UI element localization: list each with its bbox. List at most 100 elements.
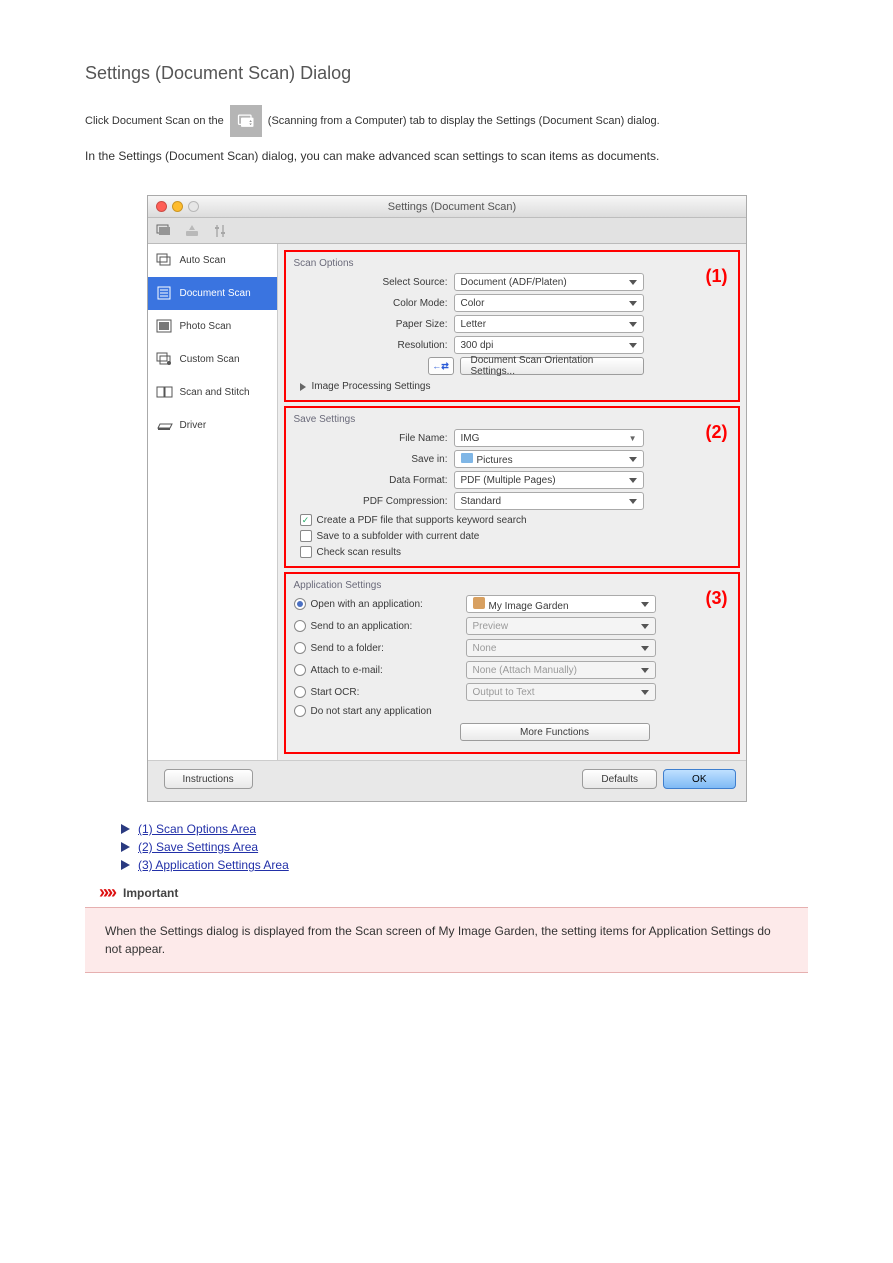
- save-settings-title: Save Settings: [294, 414, 730, 425]
- chevron-down-icon: [629, 322, 637, 327]
- intro-line-2: In the Settings (Document Scan) dialog, …: [85, 147, 808, 165]
- save-in-label: Save in:: [294, 454, 454, 465]
- chevron-down-icon: [641, 624, 649, 629]
- data-format-dropdown[interactable]: PDF (Multiple Pages): [454, 471, 644, 489]
- file-name-label: File Name:: [294, 433, 454, 444]
- send-to-app-label: Send to an application:: [311, 621, 466, 632]
- arrow-right-icon: [121, 860, 130, 870]
- save-in-dropdown[interactable]: Pictures: [454, 450, 644, 468]
- chevron-down-icon: [629, 499, 637, 504]
- close-icon[interactable]: [156, 201, 167, 212]
- photo-scan-icon: [156, 319, 174, 333]
- important-box: When the Settings dialog is displayed fr…: [85, 907, 808, 973]
- toc-link-save-settings[interactable]: (2) Save Settings Area: [138, 840, 258, 854]
- intro-line-1: Click Document Scan on the (Scanning fro…: [85, 105, 808, 137]
- keyword-search-checkbox[interactable]: ✓: [300, 514, 312, 526]
- sidebar-item-photo-scan[interactable]: Photo Scan: [148, 310, 277, 343]
- swap-orientation-button[interactable]: ←⇄: [428, 357, 454, 375]
- file-name-input[interactable]: IMG▼: [454, 429, 644, 447]
- driver-icon: [156, 418, 174, 432]
- sidebar: Auto Scan Document Scan Photo Scan Custo…: [148, 244, 278, 760]
- check-results-label: Check scan results: [317, 547, 401, 558]
- disclosure-triangle-icon: [300, 383, 306, 391]
- open-with-app-radio[interactable]: [294, 598, 306, 610]
- annotation-2: (2): [706, 422, 728, 443]
- image-processing-settings-label: Image Processing Settings: [312, 381, 431, 392]
- resolution-dropdown[interactable]: 300 dpi: [454, 336, 644, 354]
- pdf-compression-label: PDF Compression:: [294, 496, 454, 507]
- start-ocr-label: Start OCR:: [311, 687, 466, 698]
- send-to-folder-label: Send to a folder:: [311, 643, 466, 654]
- settings-dialog: Settings (Document Scan) Auto Scan Docum…: [147, 195, 747, 802]
- image-processing-settings-disclosure[interactable]: Image Processing Settings: [300, 381, 730, 392]
- instructions-button[interactable]: Instructions: [164, 769, 253, 789]
- send-to-app-dropdown: Preview: [466, 617, 656, 635]
- save-settings-section: Save Settings (2) File Name:IMG▼ Save in…: [284, 406, 740, 568]
- main-panel: Scan Options (1) Select Source:Document …: [278, 244, 746, 760]
- document-scan-icon: [156, 286, 174, 300]
- paper-size-dropdown[interactable]: Letter: [454, 315, 644, 333]
- app-icon: [473, 597, 485, 609]
- open-with-app-dropdown[interactable]: My Image Garden: [466, 595, 656, 613]
- chevron-down-icon: [641, 690, 649, 695]
- defaults-button[interactable]: Defaults: [582, 769, 657, 789]
- important-icon: »»»: [99, 882, 111, 903]
- chevron-down-icon: [629, 343, 637, 348]
- no-app-label: Do not start any application: [311, 706, 466, 717]
- open-with-app-label: Open with an application:: [311, 599, 466, 610]
- start-ocr-radio[interactable]: [294, 686, 306, 698]
- send-to-folder-radio[interactable]: [294, 642, 306, 654]
- window-title: Settings (Document Scan): [199, 201, 746, 213]
- ok-button[interactable]: OK: [663, 769, 735, 789]
- sidebar-item-scan-and-stitch[interactable]: Scan and Stitch: [148, 376, 277, 409]
- no-app-radio[interactable]: [294, 705, 306, 717]
- auto-scan-icon: [156, 253, 174, 267]
- check-results-checkbox[interactable]: [300, 546, 312, 558]
- toc-link-application-settings[interactable]: (3) Application Settings Area: [138, 858, 289, 872]
- minimize-icon[interactable]: [172, 201, 183, 212]
- annotation-3: (3): [706, 588, 728, 609]
- keyword-search-label: Create a PDF file that supports keyword …: [317, 515, 527, 526]
- important-heading: »»» Important: [99, 882, 808, 903]
- more-functions-button[interactable]: More Functions: [460, 723, 650, 741]
- attach-email-radio[interactable]: [294, 664, 306, 676]
- select-source-dropdown[interactable]: Document (ADF/Platen): [454, 273, 644, 291]
- color-mode-label: Color Mode:: [294, 298, 454, 309]
- attach-email-dropdown: None (Attach Manually): [466, 661, 656, 679]
- scan-options-section: Scan Options (1) Select Source:Document …: [284, 250, 740, 402]
- application-settings-section: Application Settings (3) Open with an ap…: [284, 572, 740, 754]
- color-mode-dropdown[interactable]: Color: [454, 294, 644, 312]
- folder-icon: [461, 453, 473, 463]
- chevron-down-icon: [641, 646, 649, 651]
- scan-from-computer-icon[interactable]: [156, 224, 172, 238]
- sidebar-item-custom-scan[interactable]: Custom Scan: [148, 343, 277, 376]
- subfolder-checkbox[interactable]: [300, 530, 312, 542]
- paper-size-label: Paper Size:: [294, 319, 454, 330]
- sidebar-item-document-scan[interactable]: Document Scan: [148, 277, 277, 310]
- chevron-down-icon: [641, 668, 649, 673]
- scan-from-computer-tab-icon: [230, 105, 262, 137]
- chevron-down-icon: [629, 301, 637, 306]
- arrow-right-icon: [121, 824, 130, 834]
- general-settings-icon[interactable]: [212, 224, 228, 238]
- resolution-label: Resolution:: [294, 340, 454, 351]
- start-ocr-dropdown: Output to Text: [466, 683, 656, 701]
- titlebar: Settings (Document Scan): [148, 196, 746, 218]
- chevron-down-icon: [629, 280, 637, 285]
- sidebar-item-driver[interactable]: Driver: [148, 409, 277, 442]
- pdf-compression-dropdown[interactable]: Standard: [454, 492, 644, 510]
- toc: (1) Scan Options Area (2) Save Settings …: [121, 822, 808, 872]
- data-format-label: Data Format:: [294, 475, 454, 486]
- toc-link-scan-options[interactable]: (1) Scan Options Area: [138, 822, 256, 836]
- sidebar-item-auto-scan[interactable]: Auto Scan: [148, 244, 277, 277]
- orientation-settings-button[interactable]: Document Scan Orientation Settings...: [460, 357, 644, 375]
- chevron-down-icon: [629, 457, 637, 462]
- send-to-folder-dropdown: None: [466, 639, 656, 657]
- page-title: Settings (Document Scan) Dialog: [85, 60, 808, 87]
- send-to-app-radio[interactable]: [294, 620, 306, 632]
- scan-from-operation-panel-icon[interactable]: [184, 224, 200, 238]
- chevron-down-icon: [629, 478, 637, 483]
- annotation-1: (1): [706, 266, 728, 287]
- custom-scan-icon: [156, 352, 174, 366]
- scan-options-title: Scan Options: [294, 258, 730, 269]
